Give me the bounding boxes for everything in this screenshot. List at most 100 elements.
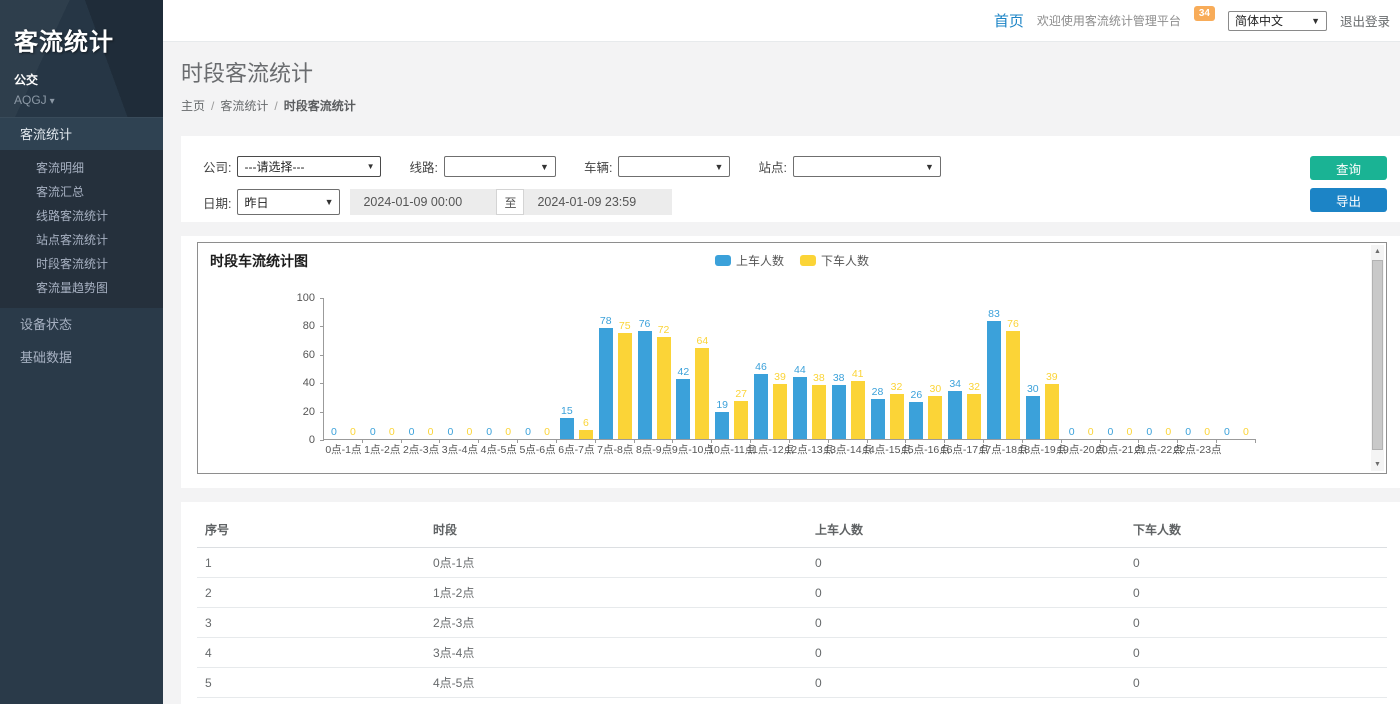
notification-badge: 34 <box>1194 6 1215 21</box>
x-axis-label: 4点-5点 <box>481 442 517 457</box>
bar-value-label: 0 <box>525 426 531 438</box>
bar-value-label: 0 <box>1146 426 1152 438</box>
breadcrumb: 主页/客流统计/时段客流统计 <box>181 97 1382 114</box>
y-axis-tick-label: 20 <box>285 406 315 418</box>
sidebar-item-base-data[interactable]: 基础数据 <box>0 341 163 374</box>
bar-value-label: 72 <box>658 324 670 336</box>
chart-scrollbar[interactable]: ▲ ▼ <box>1371 245 1384 471</box>
y-axis-tick-label: 80 <box>285 320 315 332</box>
scroll-down-icon[interactable]: ▼ <box>1371 458 1384 471</box>
org-name: 公交 <box>14 71 149 88</box>
breadcrumb-item-0[interactable]: 主页 <box>181 99 205 113</box>
bar-value-label: 46 <box>755 361 767 373</box>
bar: 44 <box>793 377 807 439</box>
home-link[interactable]: 首页 <box>994 10 1024 31</box>
bar: 30 <box>928 396 942 439</box>
language-select-value: 简体中文 <box>1235 12 1283 29</box>
y-axis-tick-mark <box>320 298 324 299</box>
bar: 39 <box>1045 384 1059 439</box>
logout-link[interactable]: 退出登录 <box>1340 11 1390 30</box>
line-select[interactable]: ▼ <box>444 156 556 177</box>
scroll-up-icon[interactable]: ▲ <box>1371 245 1384 258</box>
sidebar-subitem-3[interactable]: 站点客流统计 <box>0 228 163 252</box>
bar-value-label: 0 <box>1088 426 1094 438</box>
x-axis-label: 8点-9点 <box>636 442 672 457</box>
company-select[interactable]: ---请选择--- ▼ <box>237 156 381 177</box>
date-range-separator: 至 <box>496 189 524 215</box>
bar-value-label: 28 <box>872 386 884 398</box>
station-select[interactable]: ▼ <box>793 156 941 177</box>
sidebar-subitem-1[interactable]: 客流汇总 <box>0 180 163 204</box>
chevron-down-icon: ▼ <box>925 162 934 172</box>
bar-value-label: 19 <box>716 399 728 411</box>
sidebar-subitem-5[interactable]: 客流量趋势图 <box>0 276 163 300</box>
sidebar-subitem-2[interactable]: 线路客流统计 <box>0 204 163 228</box>
table-cell: 6 <box>197 698 425 704</box>
bar-group: 42649点-10点 <box>673 298 712 439</box>
sidebar-item-device-status[interactable]: 设备状态 <box>0 308 163 341</box>
table-cell: 0 <box>807 548 1125 578</box>
bar-group: 837617点-18点 <box>984 298 1023 439</box>
bar-group: 0022点-23点 <box>1178 298 1217 439</box>
export-button[interactable]: 导出 <box>1310 188 1387 212</box>
bar-value-label: 75 <box>619 320 631 332</box>
table-header-cell: 序号 <box>197 512 425 548</box>
bar-group: 000点-1点 <box>324 298 363 439</box>
chevron-down-icon: ▼ <box>325 197 334 207</box>
query-button[interactable]: 查询 <box>1310 156 1387 180</box>
date-end-input[interactable]: 2024-01-09 23:59 <box>524 189 672 215</box>
table-cell: 2 <box>197 578 425 608</box>
table-cell: 0 <box>1125 548 1387 578</box>
table-cell: 0 <box>807 668 1125 698</box>
bar-group: 0023点-24点 <box>1217 298 1256 439</box>
bar-value-label: 0 <box>350 426 356 438</box>
bar-value-label: 83 <box>988 308 1000 320</box>
x-axis-tick-mark <box>1255 439 1256 443</box>
bar-value-label: 32 <box>891 381 903 393</box>
vehicle-select[interactable]: ▼ <box>618 156 730 177</box>
bar-value-label: 39 <box>1046 371 1058 383</box>
bar: 19 <box>715 412 729 439</box>
breadcrumb-separator: / <box>274 99 277 113</box>
scrollbar-thumb[interactable] <box>1372 260 1383 450</box>
line-label: 线路: <box>409 157 437 176</box>
bar-group: 384113点-14点 <box>829 298 868 439</box>
bar-value-label: 0 <box>1108 426 1114 438</box>
bar: 42 <box>676 379 690 439</box>
bar-group: 443812点-13点 <box>790 298 829 439</box>
org-code: AQGJ <box>14 93 47 107</box>
table-header-cell: 时段 <box>425 512 807 548</box>
bar-value-label: 0 <box>1127 426 1133 438</box>
legend-item-1[interactable]: 下车人数 <box>800 252 869 269</box>
table-row: 21点-2点00 <box>197 578 1387 608</box>
table-header-cell: 上车人数 <box>807 512 1125 548</box>
bar: 32 <box>890 394 904 439</box>
vehicle-label: 车辆: <box>584 157 612 176</box>
breadcrumb-item-1[interactable]: 客流统计 <box>220 99 268 113</box>
bar: 64 <box>695 348 709 439</box>
filter-panel: 公司: ---请选择--- ▼ 线路: ▼ 车辆: ▼ 站点: <box>181 136 1400 222</box>
language-select[interactable]: 简体中文 ▼ <box>1228 11 1327 31</box>
date-preset-select[interactable]: 昨日 ▼ <box>237 189 340 215</box>
legend-item-0[interactable]: 上车人数 <box>715 252 784 269</box>
org-switcher[interactable]: AQGJ▾ <box>14 93 149 107</box>
bar: 27 <box>734 401 748 439</box>
bar: 38 <box>832 385 846 439</box>
bar-value-label: 38 <box>813 372 825 384</box>
bar: 34 <box>948 391 962 439</box>
legend-swatch-icon <box>715 255 731 266</box>
station-label: 站点: <box>758 157 786 176</box>
date-start-input[interactable]: 2024-01-09 00:00 <box>350 189 496 215</box>
table-cell: 0 <box>1125 638 1387 668</box>
bar-group: 0020点-21点 <box>1101 298 1140 439</box>
y-axis-tick-label: 0 <box>285 434 315 446</box>
app-title: 客流统计 <box>14 22 149 57</box>
sidebar-subitem-4[interactable]: 时段客流统计 <box>0 252 163 276</box>
x-axis-tick-mark <box>1216 439 1217 443</box>
bar-value-label: 0 <box>428 426 434 438</box>
y-axis-tick-mark <box>320 326 324 327</box>
bar-group: 0021点-22点 <box>1139 298 1178 439</box>
y-axis-tick-mark <box>320 440 324 441</box>
sidebar-item-passenger-stats[interactable]: 客流统计 <box>0 117 163 150</box>
sidebar-subitem-0[interactable]: 客流明细 <box>0 156 163 180</box>
